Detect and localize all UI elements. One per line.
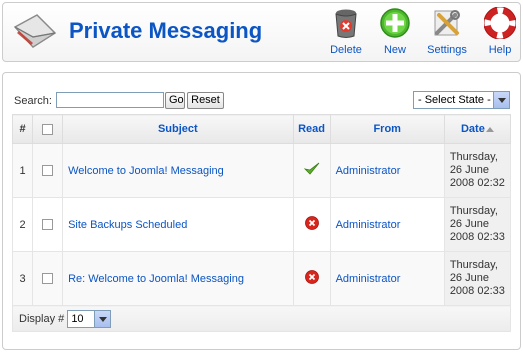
row-from-link[interactable]: Administrator (336, 219, 401, 231)
help-button[interactable]: Help (474, 7, 523, 59)
row-subject-link[interactable]: Site Backups Scheduled (68, 219, 187, 231)
settings-label: Settings (427, 44, 467, 56)
limit-select-value: 10 (71, 312, 84, 325)
row-checkbox-cell[interactable] (32, 197, 64, 252)
table-row: 1 Welcome to Joomla! Messaging Administr… (11, 143, 512, 198)
envelope-icon (11, 9, 59, 57)
trash-icon (335, 9, 357, 38)
row-checkbox[interactable] (42, 273, 54, 285)
read-header-label[interactable]: Read (298, 123, 325, 135)
table-footer-row: Display # 10 (12, 305, 511, 332)
state-select-value: - Select State - (418, 94, 491, 106)
new-button[interactable]: New (369, 7, 421, 59)
go-button[interactable]: Go (165, 92, 185, 109)
row-from-link[interactable]: Administrator (336, 165, 401, 177)
row-checkbox[interactable] (42, 219, 54, 231)
row-num: 1 (11, 143, 34, 198)
chevron-down-icon[interactable] (94, 310, 111, 327)
column-read[interactable]: Read (292, 114, 331, 144)
delete-button[interactable]: Delete (320, 7, 372, 59)
row-from-cell: Administrator (329, 197, 445, 252)
table-row: 3 Re: Welcome to Joomla! Messaging Admin… (11, 251, 512, 306)
chevron-down-icon[interactable] (493, 92, 509, 108)
row-read-cell[interactable] (292, 197, 331, 252)
lifebuoy-icon (484, 7, 516, 39)
row-from-cell: Administrator (329, 251, 445, 306)
messages-table: # Subject Read From Date 1 Welcome to Jo… (11, 114, 512, 332)
row-checkbox[interactable] (42, 165, 54, 177)
subject-header-label[interactable]: Subject (158, 123, 198, 135)
row-from-link[interactable]: Administrator (336, 273, 401, 285)
row-read-cell[interactable] (292, 143, 331, 198)
row-num: 2 (11, 197, 34, 252)
row-read-cell[interactable] (292, 251, 331, 306)
row-from-cell: Administrator (329, 143, 445, 198)
row-checkbox-cell[interactable] (32, 143, 64, 198)
messages-panel: Search: Go Reset - Select State - # Subj… (2, 72, 521, 350)
search-label: Search: (14, 95, 52, 107)
table-row: 2 Site Backups Scheduled Administrator T… (11, 197, 512, 252)
row-date: Thursday, 26 June 2008 02:32 (443, 143, 512, 198)
pagination-footer: Display # 10 (12, 305, 511, 332)
checkall-checkbox[interactable] (42, 123, 54, 135)
search-input[interactable] (56, 92, 164, 108)
row-subject-cell: Re: Welcome to Joomla! Messaging (62, 251, 294, 306)
table-header-row: # Subject Read From Date (11, 114, 512, 144)
page-title: Private Messaging (69, 18, 263, 43)
help-label: Help (488, 44, 512, 56)
settings-button[interactable]: Settings (421, 7, 473, 59)
row-subject-cell: Site Backups Scheduled (62, 197, 294, 252)
column-from[interactable]: From (329, 114, 445, 144)
column-num: # (11, 114, 34, 144)
column-checkall[interactable] (32, 114, 64, 144)
tools-icon (434, 10, 460, 36)
reset-button[interactable]: Reset (187, 92, 224, 109)
checkmark-icon[interactable] (303, 162, 320, 176)
display-label: Display # (19, 312, 65, 325)
from-header-label[interactable]: From (373, 123, 401, 135)
red-x-icon[interactable] (304, 270, 319, 284)
row-subject-link[interactable]: Welcome to Joomla! Messaging (68, 165, 224, 177)
limit-select[interactable]: 10 (67, 309, 112, 328)
plus-icon (380, 8, 410, 38)
red-x-icon[interactable] (304, 216, 319, 230)
sort-asc-icon (485, 126, 494, 132)
column-subject[interactable]: Subject (62, 114, 294, 144)
row-date: Thursday, 26 June 2008 02:33 (443, 197, 512, 252)
row-subject-link[interactable]: Re: Welcome to Joomla! Messaging (68, 273, 244, 285)
new-label: New (383, 44, 406, 56)
toolbar: Private Messaging Delete New Settings He… (2, 2, 521, 62)
row-date: Thursday, 26 June 2008 02:33 (443, 251, 512, 306)
column-date[interactable]: Date (443, 114, 512, 144)
delete-label: Delete (330, 44, 362, 56)
row-num: 3 (11, 251, 34, 306)
state-select[interactable]: - Select State - (413, 91, 510, 109)
row-subject-cell: Welcome to Joomla! Messaging (62, 143, 294, 198)
row-checkbox-cell[interactable] (32, 251, 64, 306)
date-header-label[interactable]: Date (461, 123, 485, 135)
